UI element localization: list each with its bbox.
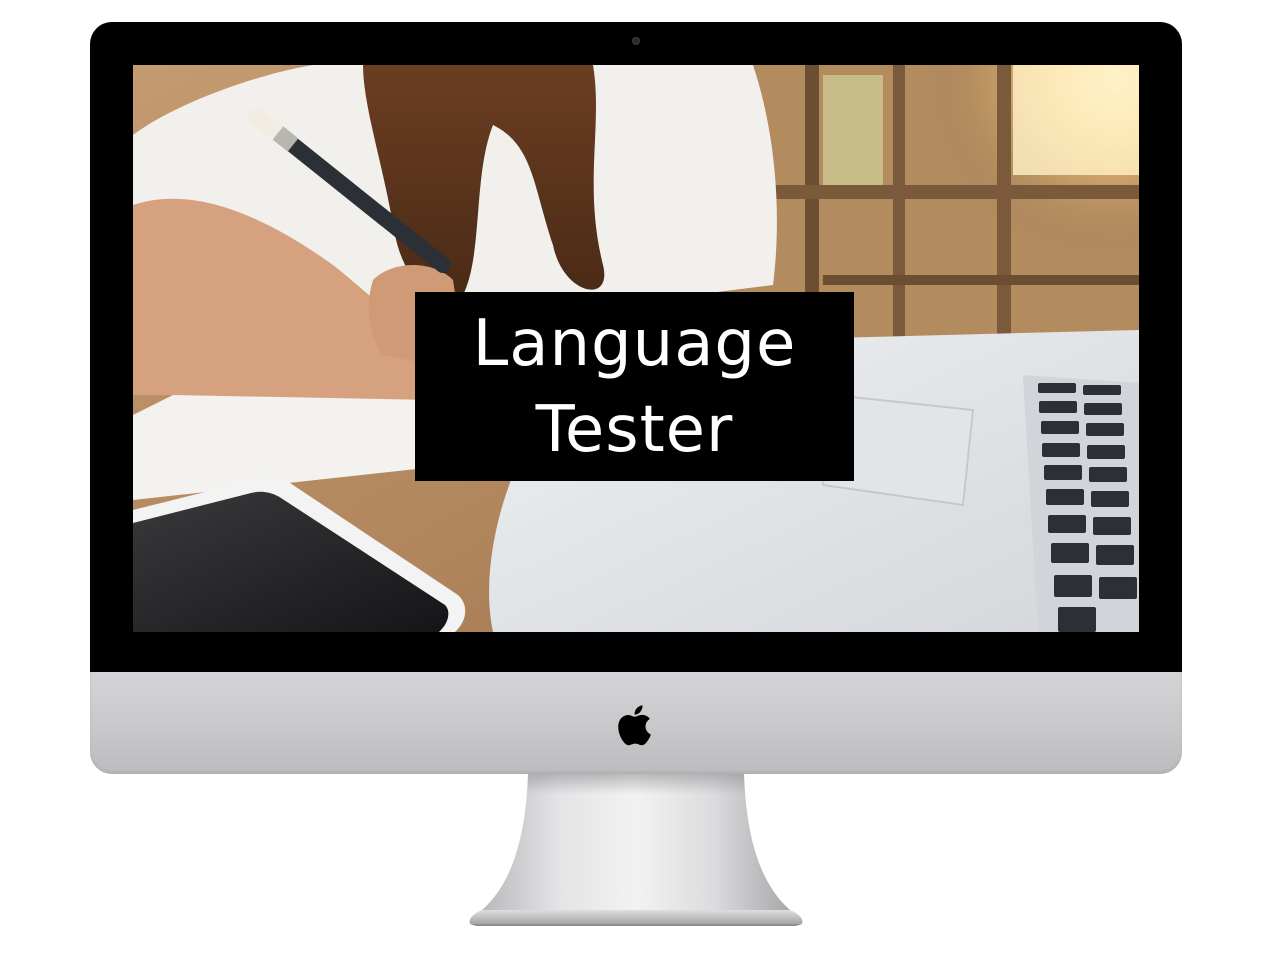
monitor-stand xyxy=(469,774,803,926)
camera-icon xyxy=(632,37,640,45)
screen-display: Language Tester xyxy=(133,65,1139,632)
imac-mockup: Language Tester xyxy=(0,0,1272,956)
title-line-1: Language xyxy=(472,306,797,381)
title-line-2: Tester xyxy=(535,392,734,467)
app-title-banner: Language Tester xyxy=(415,292,854,481)
apple-logo-icon xyxy=(618,705,651,746)
